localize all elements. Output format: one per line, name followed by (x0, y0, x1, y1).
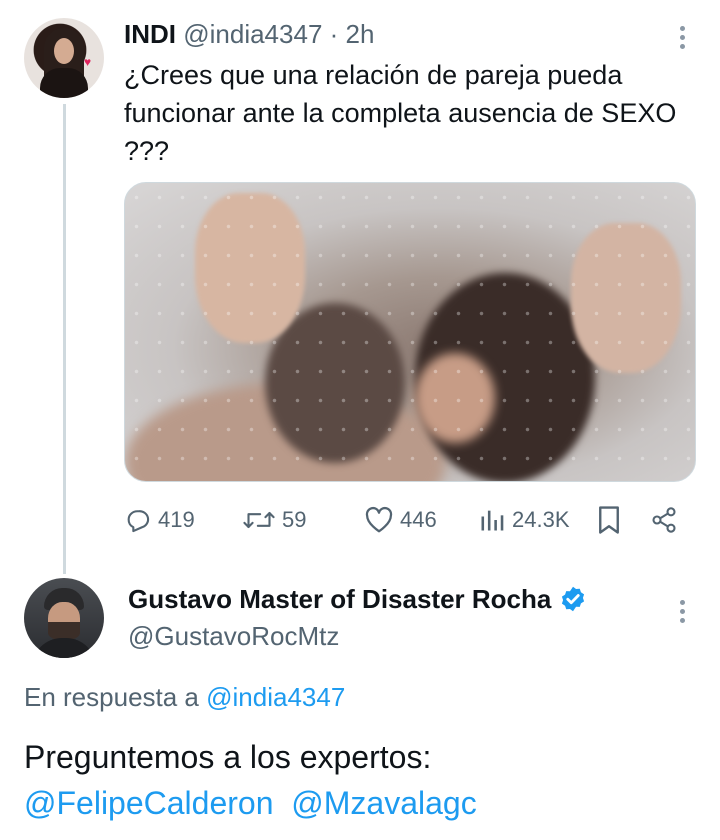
reply-button[interactable]: 419 (124, 500, 195, 540)
reply-author-avatar[interactable] (24, 578, 104, 658)
heart-icon: ♥ (84, 55, 92, 69)
reply-author-name[interactable]: Gustavo Master of Disaster Rocha (128, 582, 551, 616)
tweet[interactable]: ♥ INDI @india4347 · 2h ¿Crees que una re… (0, 0, 720, 574)
reply-more-options-button[interactable] (672, 596, 692, 626)
author-name[interactable]: INDI (124, 19, 176, 49)
reply-icon (127, 510, 150, 533)
like-button[interactable]: 446 (364, 500, 437, 540)
more-options-button[interactable] (672, 22, 692, 52)
view-count: 24.3K (512, 507, 570, 532)
bookmark-button[interactable] (596, 500, 622, 540)
tweet-text: ¿Crees que una relación de pareja pueda … (124, 60, 677, 166)
reply-text-body: Preguntemos a los expertos: (24, 739, 432, 775)
like-count: 446 (400, 507, 437, 532)
thread-connector-line (63, 104, 66, 574)
mention-link-2[interactable]: @Mzavalagc (291, 785, 476, 821)
views-icon (481, 510, 504, 531)
reply-mentions: @FelipeCalderon @Mzavalagc (24, 780, 704, 826)
reply-text: Preguntemos a los expertos: @FelipeCalde… (24, 734, 704, 826)
retweet-count: 59 (282, 507, 307, 532)
replying-to-prefix: En respuesta a (24, 682, 199, 712)
replying-to-line: En respuesta a @india4347 (24, 680, 345, 714)
retweet-icon (243, 511, 275, 529)
bookmark-icon (599, 506, 619, 534)
tweet-media-image[interactable] (124, 182, 696, 482)
share-icon (652, 507, 676, 533)
reply-author-name-row[interactable]: Gustavo Master of Disaster Rocha (128, 582, 587, 616)
avatar-shirt (32, 638, 96, 658)
share-button[interactable] (650, 500, 678, 540)
like-icon (365, 506, 393, 533)
separator-dot: · (329, 19, 339, 49)
retweet-button[interactable]: 59 (242, 500, 306, 540)
verified-icon (562, 586, 585, 612)
author-handle[interactable]: @india4347 (183, 19, 322, 49)
avatar-face (54, 38, 74, 64)
tweet-header: INDI @india4347 · 2h (124, 18, 374, 50)
views-button[interactable]: 24.3K (478, 500, 570, 540)
more-icon (672, 22, 692, 49)
avatar-body (40, 68, 88, 98)
tweet-action-bar: 419 59 446 24.3K (124, 500, 696, 540)
tweet-timestamp[interactable]: 2h (346, 19, 375, 49)
reply-count: 419 (158, 507, 195, 532)
more-icon (672, 596, 692, 623)
replying-to-handle-link[interactable]: @india4347 (206, 682, 345, 712)
author-avatar[interactable]: ♥ (24, 18, 104, 98)
reply-author-handle[interactable]: @GustavoRocMtz (128, 620, 339, 652)
mention-link-1[interactable]: @FelipeCalderon (24, 785, 274, 821)
